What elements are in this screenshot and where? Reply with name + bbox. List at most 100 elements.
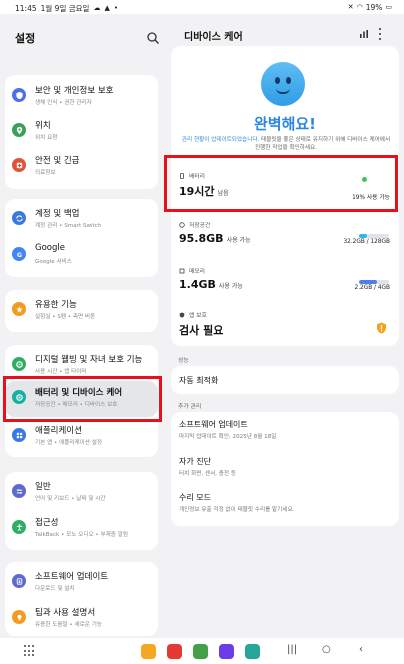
settings-group-privacy: 보안 및 개인정보 보호 생체 인식 • 권한 관리자 위치 위치 요청 안전 …: [5, 75, 158, 189]
camera-app-icon[interactable]: [245, 644, 260, 659]
self-diagnosis-title: 자가 진단: [179, 457, 211, 466]
settings-item-safety[interactable]: 안전 및 긴급 의료정보: [5, 149, 158, 185]
warning-shield-icon: [377, 322, 386, 334]
smiley-status-icon: [261, 62, 305, 106]
more-notifications-icon: •: [113, 4, 118, 12]
software-update-title: 소프트웨어 업데이트: [179, 420, 248, 429]
settings-group-device: 디지털 웰빙 및 자녀 보호 기능 사용 시간 • 앱 타이머 배터리 및 디바…: [5, 345, 158, 457]
settings-item-accessibility[interactable]: 접근성 TalkBack • 모노 오디오 • 부재중 알림: [5, 511, 158, 547]
storage-label: 저장공간: [189, 223, 211, 229]
settings-item-security[interactable]: 보안 및 개인정보 보호 생체 인식 • 권한 관리자: [5, 79, 158, 115]
item-label: 유용한 기능: [35, 300, 77, 310]
battery-icon: ▭: [385, 3, 392, 11]
settings-item-location[interactable]: 위치 위치 요청: [5, 114, 158, 150]
settings-item-accounts[interactable]: 계정 및 백업 계정 관리 • Smart Switch: [5, 202, 158, 238]
storage-metric[interactable]: 저장공간 95.8GB 사용 가능 32.2GB / 128GB: [171, 212, 399, 260]
app-protection-metric[interactable]: 앱 보호 검사 필요: [171, 302, 399, 350]
location-pin-icon: [12, 123, 26, 137]
status-title: 완벽해요!: [253, 115, 317, 133]
settings-group-accounts: 계정 및 백업 계정 관리 • Smart Switch G Google Go…: [5, 199, 158, 277]
storage-usage-text: 32.2GB / 128GB: [343, 239, 390, 245]
item-label: 계정 및 백업: [35, 209, 80, 219]
repair-mode-item[interactable]: 수리 모드 개인정보 유출 걱정 없이 태블릿 수리를 맡기세요.: [171, 486, 399, 520]
performance-section-header: 성능: [178, 358, 189, 364]
repair-mode-title: 수리 모드: [179, 493, 211, 502]
item-label: 일반: [35, 482, 51, 492]
lightbulb-icon: [12, 610, 26, 624]
memory-usage-text: 2.2GB / 4GB: [354, 285, 390, 291]
settings-item-tips[interactable]: 팁과 사용 설명서 유용한 도움말 • 새로운 기능: [5, 601, 158, 637]
internet-app-icon[interactable]: [219, 644, 234, 659]
settings-item-general[interactable]: 일반 언어 및 키보드 • 날짜 및 시간: [5, 475, 158, 511]
repair-mode-sub: 개인정보 유출 걱정 없이 태블릿 수리를 맡기세요.: [179, 507, 295, 513]
app-drawer-icon[interactable]: [24, 645, 36, 657]
notification-icon: ▲: [104, 4, 110, 12]
device-care-icon: [12, 390, 26, 404]
item-label: 접근성: [35, 518, 59, 528]
storage-usage-fill: [359, 234, 367, 238]
apps-grid-icon: [12, 428, 26, 442]
auto-optimize-item[interactable]: 자동 최적화: [171, 366, 399, 394]
settings-group-general: 일반 언어 및 키보드 • 날짜 및 시간 접근성 TalkBack • 모노 …: [5, 472, 158, 550]
item-sub: 위치 요청: [35, 135, 58, 141]
emergency-icon: [12, 158, 26, 172]
search-icon[interactable]: [146, 31, 160, 45]
item-sub: 실험실 • S펜 • 측면 버튼: [35, 314, 96, 320]
item-label: Google: [35, 243, 65, 253]
navigation-bar: ||| ○ ‹: [0, 638, 404, 664]
item-label: 소프트웨어 업데이트: [35, 572, 109, 582]
file-manager-app-icon[interactable]: [141, 644, 156, 659]
google-icon: G: [12, 247, 26, 261]
battery-metric[interactable]: 배터리 19시간 남음 19% 사용 가능: [171, 163, 399, 211]
home-button[interactable]: ○: [322, 644, 331, 655]
storage-usage-bar: [359, 234, 389, 238]
item-sub: TalkBack • 모노 오디오 • 부재중 알림: [35, 532, 129, 538]
settings-item-battery-device-care[interactable]: 배터리 및 디바이스 케어 저장공간 • 메모리 • 디바이스 보호: [5, 381, 158, 417]
sync-icon: [12, 211, 26, 225]
app-protection-label: 앱 보호: [189, 313, 207, 319]
storage-icon: [179, 221, 185, 228]
item-label: 위치: [35, 121, 51, 131]
item-sub: 계정 관리 • Smart Switch: [35, 223, 102, 229]
more-options-icon[interactable]: [377, 28, 383, 40]
game-app-icon[interactable]: [193, 644, 208, 659]
status-update-link[interactable]: 관리 현황이 업데이트되었습니다.: [182, 137, 259, 143]
page-title: 설정: [15, 32, 36, 45]
memory-usage-bar: [359, 280, 389, 284]
item-sub: 저장공간 • 메모리 • 디바이스 보호: [35, 402, 118, 408]
self-diagnosis-item[interactable]: 자가 진단 터치 화면, 센서, 충전 등: [171, 450, 399, 484]
software-update-item[interactable]: 소프트웨어 업데이트 마지막 업데이트 확인: 2025년 8월 18일: [171, 413, 399, 447]
accessibility-icon: [12, 520, 26, 534]
memory-icon: [179, 268, 185, 273]
bar-chart-icon[interactable]: [359, 29, 369, 39]
settings-item-software-update[interactable]: 소프트웨어 업데이트 다운로드 및 설치: [5, 565, 158, 601]
settings-group-advanced: 유용한 기능 실험실 • S펜 • 측면 버튼: [5, 290, 158, 332]
settings-item-google[interactable]: G Google Google 서비스: [5, 238, 158, 274]
back-button[interactable]: ‹: [359, 644, 363, 655]
item-label: 팁과 사용 설명서: [35, 608, 96, 618]
star-icon: [12, 302, 26, 316]
shield-small-icon: [179, 312, 185, 318]
item-sub: 생체 인식 • 권한 관리자: [35, 100, 92, 106]
battery-status-dot: [362, 177, 367, 182]
note-app-icon[interactable]: [167, 644, 182, 659]
battery-small-icon: [180, 172, 184, 179]
item-sub: 언어 및 키보드 • 날짜 및 시간: [35, 496, 106, 502]
software-update-sub: 마지막 업데이트 확인: 2025년 8월 18일: [179, 434, 277, 440]
wifi-icon: ◠: [356, 3, 363, 11]
wellbeing-icon: [12, 357, 26, 371]
recent-apps-button[interactable]: |||: [287, 644, 297, 655]
storage-value: 95.8GB: [179, 232, 224, 245]
settings-item-applications[interactable]: 애플리케이션 기본 앱 • 애플리케이션 설정: [5, 419, 158, 455]
item-label: 애플리케이션: [35, 426, 82, 436]
device-care-title: 디바이스 케어: [184, 32, 243, 43]
auto-optimize-label: 자동 최적화: [179, 376, 219, 385]
status-description: 관리 현황이 업데이트되었습니다. 태블릿을 좋은 상태로 유지하기 위해 디바…: [180, 136, 392, 152]
settings-item-advanced-features[interactable]: 유용한 기능 실험실 • S펜 • 측면 버튼: [5, 293, 158, 329]
memory-unit: 사용 가능: [218, 283, 243, 290]
battery-percent-available: 19% 사용 가능: [352, 195, 390, 201]
cloud-icon: ☁: [93, 4, 101, 12]
settings-item-digital-wellbeing[interactable]: 디지털 웰빙 및 자녀 보호 기능 사용 시간 • 앱 타이머: [5, 348, 158, 384]
memory-metric[interactable]: 메모리 1.4GB 사용 가능 2.2GB / 4GB: [171, 258, 399, 306]
shield-icon: [12, 88, 26, 102]
